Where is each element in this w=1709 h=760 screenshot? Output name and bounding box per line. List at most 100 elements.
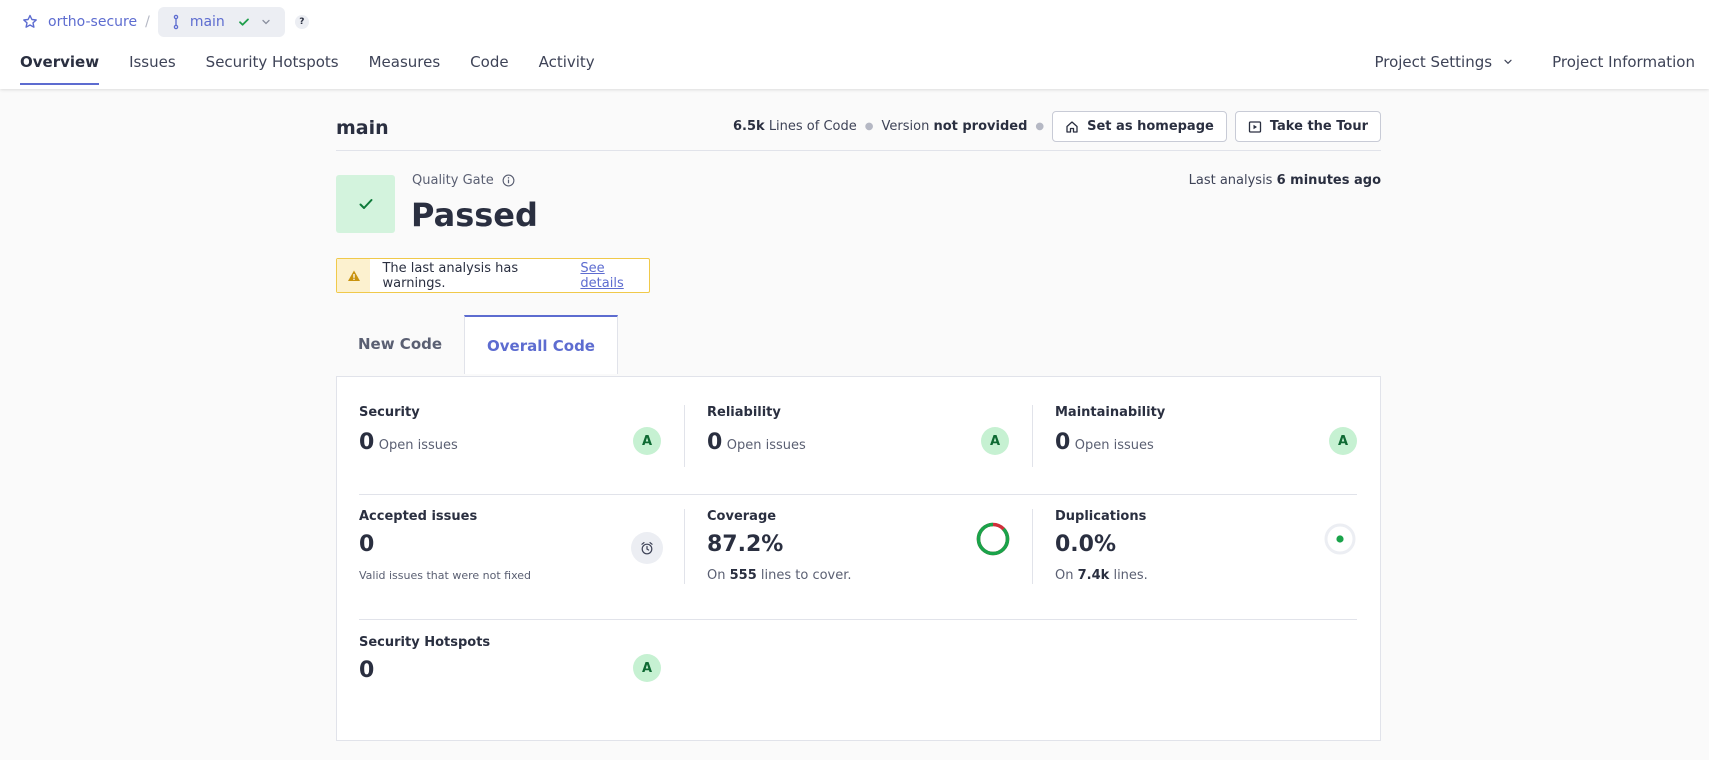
project-link[interactable]: ortho-secure [48,14,137,30]
reliability-metric[interactable]: Reliability 0 Open issues A [707,405,1009,465]
security-grade[interactable]: A [633,427,661,455]
security-value[interactable]: 0 [359,430,374,455]
divider [1032,405,1033,467]
set-homepage-button[interactable]: Set as homepage [1052,111,1227,142]
project-information-link[interactable]: Project Information [1552,53,1695,71]
divider [359,619,1357,620]
lines-of-code: 6.5k Lines of Code [733,119,857,134]
maintainability-value[interactable]: 0 [1055,430,1070,455]
tab-activity[interactable]: Activity [539,53,595,85]
tab-measures[interactable]: Measures [369,53,441,85]
breadcrumb: ortho-secure / main ? [22,7,309,37]
help-icon[interactable]: ? [294,15,309,29]
main-content: main 6.5k Lines of Code ● Version not pr… [336,110,1381,741]
duplications-lines-pre: On [1055,568,1074,583]
duplications-metric[interactable]: Duplications 0.0% On 7.4k lines. [1055,509,1357,589]
coverage-donut[interactable] [975,521,1011,557]
top-bar: ortho-secure / main ? Overview Issues Se… [0,0,1709,89]
maintainability-grade[interactable]: A [1329,427,1357,455]
code-tabs: New Code Overall Code [336,315,618,374]
quality-gate-status: Passed [411,196,538,234]
check-icon [238,18,249,26]
divider [684,405,685,467]
branch-icon [173,14,179,30]
maintainability-title: Maintainability [1055,405,1166,420]
tab-new-code[interactable]: New Code [336,315,464,373]
reliability-label: Open issues [726,438,806,453]
coverage-lines-pre: On [707,568,726,583]
alarm-clock-icon [631,532,663,564]
branch-name: main [189,14,225,30]
duplications-value[interactable]: 0.0% [1055,532,1357,557]
warning-icon-cell [337,259,371,292]
chevron-down-icon [262,19,270,25]
divider [684,509,685,584]
project-nav-right: Project Settings Project Information [1374,53,1695,71]
branch-selector[interactable]: main [157,7,285,37]
duplications-indicator-dot [1336,535,1344,543]
duplications-lines-post: lines. [1113,568,1148,583]
project-information-label: Project Information [1552,53,1695,71]
duplications-indicator[interactable] [1323,522,1357,556]
maintainability-metric[interactable]: Maintainability 0 Open issues A [1055,405,1357,465]
tab-overall-code[interactable]: Overall Code [464,315,618,374]
accepted-issues-metric[interactable]: Accepted issues 0 Valid issues that were… [359,509,663,589]
branch-header: main 6.5k Lines of Code ● Version not pr… [336,110,1381,151]
accepted-value[interactable]: 0 [359,532,659,557]
home-icon [1066,120,1078,133]
last-analysis-label: Last analysis [1188,173,1273,188]
divider [1032,509,1033,584]
accepted-description: Valid issues that were not fixed [359,569,531,582]
header-meta: 6.5k Lines of Code ● Version not provide… [733,111,1381,142]
accepted-title: Accepted issues [359,509,478,524]
check-icon [359,199,372,209]
last-analysis: Last analysis 6 minutes ago [1189,173,1381,188]
warning-icon [347,270,360,281]
security-label: Open issues [378,438,458,453]
duplications-lines-value[interactable]: 7.4k [1078,568,1110,583]
analysis-warning: The last analysis has warnings. See deta… [336,258,650,293]
project-settings-menu[interactable]: Project Settings [1374,53,1514,71]
take-tour-label: Take the Tour [1269,119,1368,134]
hotspots-value[interactable]: 0 [359,658,659,683]
last-analysis-value: 6 minutes ago [1276,173,1381,188]
reliability-grade[interactable]: A [981,427,1009,455]
take-tour-button[interactable]: Take the Tour [1234,111,1381,142]
quality-gate-badge [336,175,395,233]
hotspots-grade[interactable]: A [633,654,661,682]
duplications-lines: On 7.4k lines. [1055,568,1357,583]
tab-issues[interactable]: Issues [129,53,176,85]
info-icon[interactable] [502,174,515,187]
quality-gate-label-text: Quality Gate [412,173,494,188]
tab-code[interactable]: Code [470,53,508,85]
metrics-panel: Security 0 Open issues A Reliability 0 O… [336,376,1381,741]
reliability-value[interactable]: 0 [707,430,722,455]
see-details-link[interactable]: See details [580,261,649,291]
security-title: Security [359,405,420,420]
chevron-down-icon [1504,59,1512,65]
maintainability-label: Open issues [1074,438,1154,453]
loc-value: 6.5k [732,119,765,134]
coverage-value[interactable]: 87.2% [707,532,1017,557]
tab-security-hotspots[interactable]: Security Hotspots [206,53,339,85]
security-hotspots-metric[interactable]: Security Hotspots 0 A [359,635,661,695]
loc-label: Lines of Code [768,119,857,134]
coverage-lines: On 555 lines to cover. [707,568,1017,583]
warning-text: The last analysis has warnings. [382,260,519,291]
tab-overview[interactable]: Overview [20,53,100,85]
meta-separator: ● [864,121,874,132]
reliability-title: Reliability [707,405,781,420]
project-settings-label: Project Settings [1374,53,1493,71]
security-metric[interactable]: Security 0 Open issues A [359,405,661,465]
hotspots-title: Security Hotspots [359,635,491,650]
play-icon [1248,120,1261,133]
divider [359,494,1357,495]
version: Version not provided [882,119,1028,134]
version-value: not provided [933,119,1028,134]
coverage-lines-post: lines to cover. [760,568,852,583]
star-icon[interactable] [22,14,38,30]
quality-gate-label: Quality Gate [412,173,515,188]
coverage-metric[interactable]: Coverage 87.2% On 555 lines to cover. [707,509,1017,589]
page-title: main [336,117,389,139]
coverage-lines-value[interactable]: 555 [730,568,757,583]
